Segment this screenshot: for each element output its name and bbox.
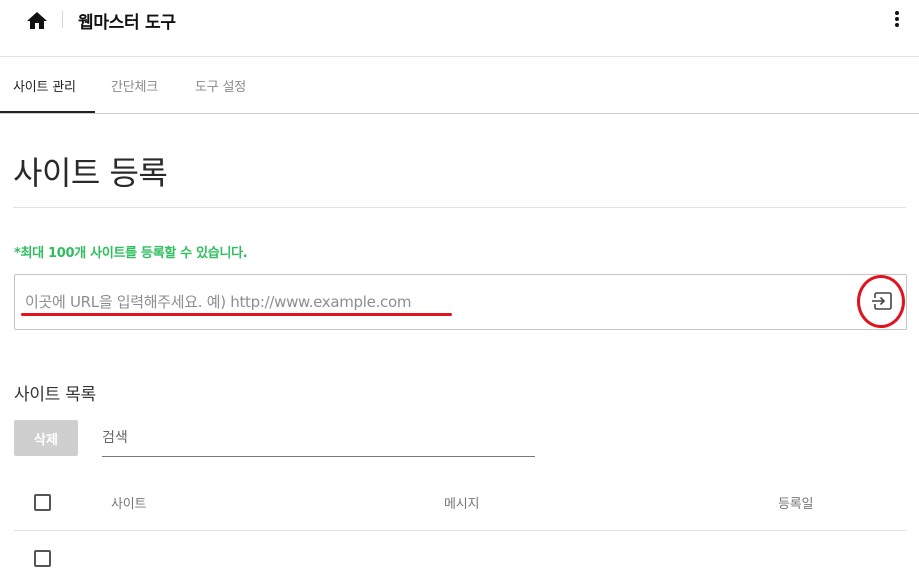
home-icon [27, 12, 47, 29]
column-site: 사이트 [111, 497, 147, 512]
table-header: 사이트 메시지 등록일 [14, 475, 907, 531]
site-list-title: 사이트 목록 [14, 385, 96, 405]
annotation-underline [21, 313, 452, 316]
active-tab-indicator [0, 111, 95, 113]
row-checkbox[interactable] [34, 550, 51, 567]
page: 웹마스터 도구 사이트 관리 간단체크 도구 설정 사이트 등록 *최대 100… [0, 0, 919, 584]
more-menu-button[interactable] [889, 9, 905, 33]
annotation-circle [857, 275, 905, 328]
page-title: 사이트 등록 [13, 154, 168, 192]
home-button[interactable] [24, 8, 50, 32]
column-message: 메시지 [444, 497, 480, 512]
url-input[interactable] [25, 289, 845, 315]
search-input[interactable] [102, 426, 532, 450]
site-limit-notice: *최대 100개 사이트를 등록할 수 있습니다. [14, 246, 248, 261]
search-field [102, 424, 535, 457]
tab-tool-settings[interactable]: 도구 설정 [195, 76, 246, 95]
url-input-box [14, 274, 907, 330]
more-vertical-icon [889, 11, 905, 27]
column-registered-date: 등록일 [778, 497, 814, 512]
tab-bar: 사이트 관리 간단체크 도구 설정 [0, 57, 919, 114]
title-divider [13, 207, 906, 208]
top-header: 웹마스터 도구 [0, 0, 919, 57]
tab-quick-check[interactable]: 간단체크 [111, 76, 158, 95]
header-divider [62, 11, 63, 28]
app-title: 웹마스터 도구 [78, 13, 176, 33]
tab-site-management[interactable]: 사이트 관리 [13, 76, 76, 95]
select-all-checkbox[interactable] [34, 494, 51, 511]
delete-button[interactable]: 삭제 [14, 420, 78, 456]
table-row [14, 531, 907, 584]
